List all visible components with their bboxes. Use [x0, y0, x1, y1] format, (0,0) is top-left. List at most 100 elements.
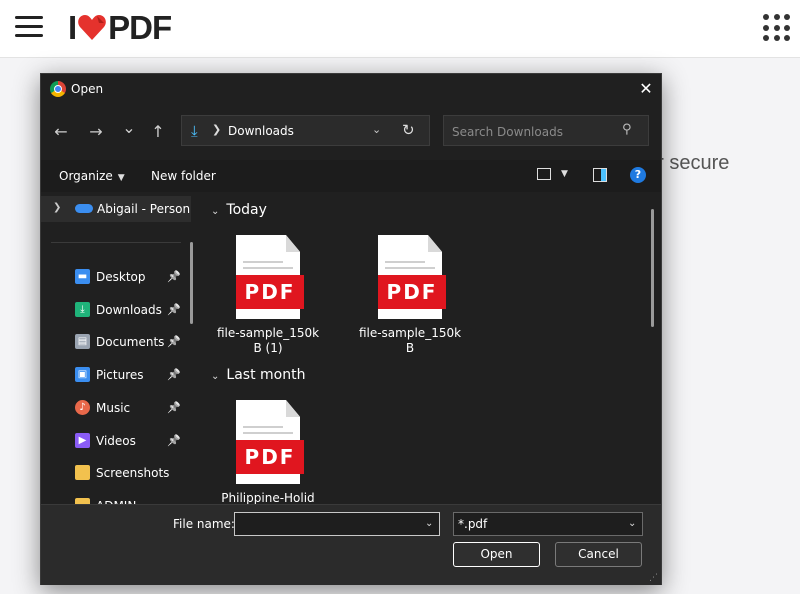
recent-locations-button[interactable]: ⌄	[118, 117, 140, 139]
text-line-icon	[243, 432, 293, 434]
desktop-icon: ▬	[75, 269, 90, 284]
dialog-title: Open	[71, 82, 104, 96]
chevron-down-icon[interactable]: ⌄	[425, 518, 433, 529]
sidebar-scrollbar[interactable]	[190, 242, 193, 324]
file-name-line-2: B	[405, 341, 415, 355]
forward-button[interactable]: →	[85, 121, 107, 143]
text-line-icon	[385, 261, 425, 263]
onedrive-cloud-icon	[75, 204, 93, 213]
sidebar-item-label: Abigail - Person	[97, 202, 191, 216]
file-type-select[interactable]: *.pdf ⌄	[453, 512, 643, 536]
music-icon: ♪	[75, 399, 90, 415]
videos-icon: ▶	[75, 432, 90, 448]
sidebar-item-documents[interactable]: ▤ Documents 📌	[41, 329, 191, 355]
pin-icon[interactable]: 📌	[167, 303, 181, 316]
chevron-down-icon: ⌄	[628, 518, 637, 529]
resize-grip-icon[interactable]: ⋰	[649, 573, 658, 583]
navigation-pane: ❯ Abigail - Person ▬ Desktop 📌 ⤓ Downloads 📌 ▤…	[41, 192, 201, 504]
sidebar-item-label: Documents	[96, 335, 165, 350]
address-dropdown-icon[interactable]: ⌄	[372, 123, 381, 136]
dialog-titlebar: Open ✕	[41, 74, 661, 104]
menu-icon[interactable]	[15, 16, 43, 38]
up-button[interactable]: ↑	[147, 121, 169, 143]
file-list-scrollbar[interactable]	[651, 209, 654, 327]
file-name: file-sample_150k B	[345, 326, 475, 356]
new-folder-button[interactable]: New folder	[151, 169, 216, 183]
sidebar-item-screenshots[interactable]: Screenshots	[41, 460, 191, 486]
pin-icon[interactable]: 📌	[167, 434, 181, 447]
text-line-icon	[243, 426, 283, 428]
page-fold-icon	[286, 400, 300, 417]
page-fold-icon	[286, 235, 300, 252]
sidebar-item-label: Videos	[96, 433, 136, 448]
search-box[interactable]: ⚲	[443, 115, 649, 147]
folder-icon	[75, 465, 90, 481]
site-logo[interactable]: I PDF	[68, 9, 172, 47]
file-item[interactable]: PDF Philippine-Holid	[203, 400, 315, 504]
cancel-button[interactable]: Cancel	[555, 542, 642, 567]
breadcrumb-location[interactable]: Downloads	[228, 124, 294, 138]
text-line-icon	[385, 267, 435, 269]
navigation-bar: ← → ⌄ ↑ ⤓ ❯ Downloads ⌄ ↻ ⚲	[41, 104, 661, 160]
group-header-today[interactable]: ⌄ Today	[211, 202, 267, 218]
pdf-badge: PDF	[236, 275, 304, 309]
pin-icon[interactable]: 📌	[167, 368, 181, 381]
sidebar-divider	[51, 242, 181, 243]
file-name-line-1: file-sample_150k	[358, 326, 462, 340]
sidebar-item-music[interactable]: ♪ Music 📌	[41, 395, 191, 421]
pin-icon[interactable]: 📌	[167, 335, 181, 348]
collapse-chevron-icon: ⌄	[211, 371, 220, 382]
pdf-badge: PDF	[378, 275, 446, 309]
file-list-area: ⌄ Today PDF file-sample_150k B (1) PDF fil…	[203, 192, 661, 504]
sidebar-item-videos[interactable]: ▶ Videos 📌	[41, 428, 191, 454]
view-dropdown-icon[interactable]: ▼	[561, 169, 568, 179]
sidebar-item-admin[interactable]: ADMIN	[41, 493, 191, 504]
pin-icon[interactable]: 📌	[167, 270, 181, 283]
chrome-icon	[50, 81, 66, 97]
sidebar-item-label: Desktop	[96, 270, 146, 284]
help-icon[interactable]: ?	[630, 167, 646, 183]
page-fold-icon	[428, 235, 442, 252]
sidebar-item-onedrive[interactable]: ❯ Abigail - Person	[41, 196, 191, 222]
site-header: I PDF	[0, 0, 800, 58]
apps-grid-icon[interactable]	[763, 14, 791, 42]
breadcrumb-chevron-icon: ❯	[212, 123, 222, 136]
search-input[interactable]	[444, 116, 624, 147]
expand-chevron-icon[interactable]: ❯	[53, 202, 61, 213]
file-type-value: *.pdf	[458, 517, 488, 531]
file-name-combobox[interactable]: ⌄	[234, 512, 440, 537]
heart-icon	[78, 15, 106, 40]
text-line-icon	[243, 267, 293, 269]
file-name-line-1: file-sample_150k	[216, 326, 320, 340]
organize-dropdown-icon: ▼	[117, 173, 125, 183]
organize-label: Organize	[59, 169, 113, 183]
back-button[interactable]: ←	[50, 121, 72, 143]
file-item[interactable]: PDF file-sample_150k B (1)	[203, 235, 319, 365]
text-line-icon	[243, 261, 283, 263]
preview-pane-icon[interactable]	[593, 168, 607, 182]
group-header-last-month[interactable]: ⌄ Last month	[211, 367, 305, 383]
file-name-input[interactable]	[235, 513, 421, 537]
file-item[interactable]: PDF file-sample_150k B	[345, 235, 461, 365]
file-name-line-2: B (1)	[253, 341, 283, 355]
sidebar-item-label: Screenshots	[96, 466, 170, 481]
close-button[interactable]: ✕	[635, 78, 657, 100]
sidebar-item-label: Downloads	[96, 302, 162, 317]
search-icon[interactable]: ⚲	[622, 122, 632, 137]
downloads-icon: ⤓	[75, 301, 90, 317]
address-bar[interactable]: ⤓ ❯ Downloads ⌄ ↻	[181, 115, 430, 146]
organize-button[interactable]: Organize ▼	[59, 169, 125, 183]
file-name: file-sample_150k B (1)	[203, 326, 333, 356]
open-file-dialog: Open ✕ ← → ⌄ ↑ ⤓ ❯ Downloads ⌄ ↻ ⚲ Organ…	[40, 73, 662, 585]
sidebar-item-desktop[interactable]: ▬ Desktop 📌	[41, 264, 191, 290]
documents-icon: ▤	[75, 334, 90, 350]
sidebar-item-label: Music	[96, 400, 131, 415]
sidebar-item-pictures[interactable]: ▣ Pictures 📌	[41, 362, 191, 388]
file-name-label: File name:	[173, 517, 235, 531]
refresh-icon[interactable]: ↻	[402, 121, 415, 139]
pin-icon[interactable]: 📌	[167, 401, 181, 414]
view-options-icon[interactable]	[537, 168, 551, 180]
pictures-icon: ▣	[75, 367, 90, 383]
open-button[interactable]: Open	[453, 542, 540, 567]
sidebar-item-downloads[interactable]: ⤓ Downloads 📌	[41, 297, 191, 323]
